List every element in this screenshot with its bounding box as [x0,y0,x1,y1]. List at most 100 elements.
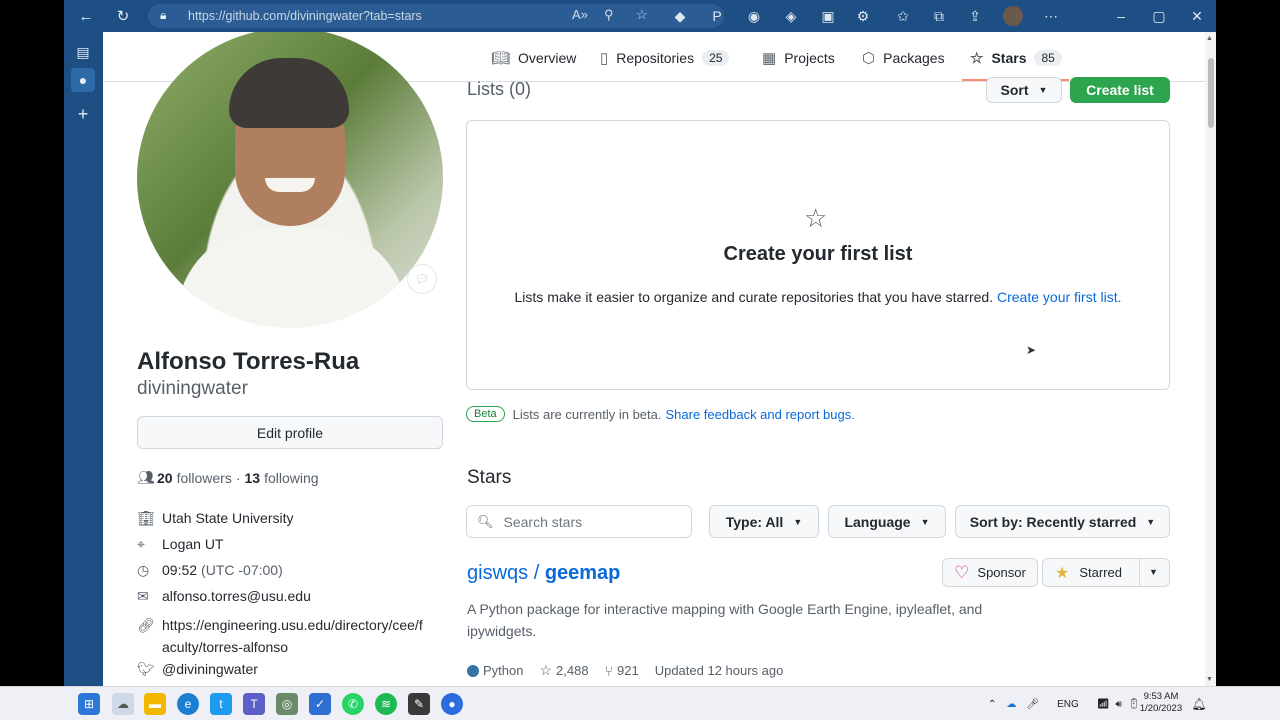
back-icon[interactable]: ← [74,4,98,28]
beta-notice: Beta Lists are currently in beta. Share … [466,406,855,422]
scroll-down-icon[interactable]: ▼ [1206,676,1213,683]
page-scrollbar[interactable]: ▲ ▼ [1205,32,1216,686]
twitter-icon: 🐦︎ [137,661,155,677]
star-icon: ☆ [539,662,553,678]
location-text: Logan UT [162,536,224,552]
chevron-down-icon: ▼ [920,516,930,527]
extension-icon[interactable]: ◆ [670,6,690,26]
avatar-hair [229,58,349,128]
share-icon[interactable]: ⇪ [965,6,985,26]
maximize-icon[interactable]: ▢ [1149,6,1169,26]
create-list-button[interactable]: Create list [1070,77,1170,103]
github-page: 📖︎ Overview ▯ Repositories 25 ▦ Projects… [103,32,1205,686]
language-filter-label: Language [844,513,911,530]
chevron-down-icon[interactable]: ▼ [1149,567,1158,577]
chevron-up-icon[interactable]: ⌃ [988,699,996,710]
sticky-notes-icon[interactable]: ✎ [408,693,430,715]
zoom-icon[interactable]: ⚲ [604,7,614,23]
avatar[interactable] [137,32,443,328]
spotify-icon[interactable]: ≋ [375,693,397,715]
starred-button[interactable]: ★ Starred ▼ [1042,558,1170,587]
paypal-extension-icon[interactable]: P [707,6,727,26]
weather-icon[interactable]: ☁ [112,693,134,715]
type-filter-dropdown[interactable]: Type: All ▼ [709,505,819,538]
tab-overview[interactable]: 📖︎ Overview [491,47,576,69]
following-link[interactable]: 13 following [245,470,319,486]
extension-icon[interactable]: ◉ [744,6,764,26]
tab-actions-icon[interactable]: ▤ [71,40,95,64]
tab-packages[interactable]: ⬡ Packages [862,47,945,69]
refresh-icon[interactable]: ↻ [111,4,135,28]
shield-extension-icon[interactable]: ◈ [781,6,801,26]
search-stars-input[interactable]: 🔍︎ Search stars [466,505,692,538]
url-text[interactable]: https://github.com/diviningwater?tab=sta… [188,9,422,23]
teams-icon[interactable]: T [243,693,265,715]
sort-by-dropdown[interactable]: Sort by: Recently starred ▼ [955,505,1170,538]
volume-icon[interactable]: 🔊︎ [1115,699,1121,710]
screen: ← ↻ 🔒︎ https://github.com/diviningwater?… [0,0,1280,720]
start-icon[interactable]: ⊞ [78,693,100,715]
minimize-icon[interactable]: – [1111,6,1131,26]
edit-profile-button[interactable]: Edit profile [137,416,443,449]
email-link[interactable]: alfonso.torres@usu.edu [162,588,311,604]
tab-projects[interactable]: ▦ Projects [762,47,835,69]
scrollbar-thumb[interactable] [1208,58,1214,128]
people-icon: 👥︎ [137,469,155,485]
notification-icon[interactable]: 🔔︎ [1188,693,1210,715]
repo-forks-link[interactable]: 921 [617,663,639,678]
whatsapp-icon[interactable]: ✆ [342,693,364,715]
set-status-icon[interactable]: 💬︎ [407,264,437,294]
divider [1139,559,1140,586]
website-link[interactable]: https://engineering.usu.edu/directory/ce… [162,614,423,658]
more-menu-icon[interactable]: ⋯ [1041,6,1061,26]
create-first-list-link[interactable]: Create your first list. [997,289,1121,305]
profile-avatar-icon[interactable] [1003,6,1023,26]
extension-icon[interactable]: ▣ [818,6,838,26]
tab-repositories[interactable]: ▯ Repositories 25 [600,47,730,69]
organization-row: 🏢︎ Utah State University [137,510,294,527]
language-indicator[interactable]: ENG [1057,699,1079,710]
add-favorite-icon[interactable]: ☆ [636,7,648,23]
wifi-icon[interactable]: 📶︎ [1097,699,1110,710]
favorites-icon[interactable]: ✩ [893,6,913,26]
taskbar-clock[interactable]: 9:53 AM 1/20/2023 [1138,691,1184,715]
microphone-icon[interactable]: 🎤︎ [1026,699,1039,710]
stars-heading: Stars [467,467,512,488]
star-icon: ☆ [970,50,984,67]
twitter-app-icon[interactable]: t [210,693,232,715]
vertical-tabs-sidebar: ▤ ● + [64,32,103,686]
lists-sort-button[interactable]: Sort ▼ [986,77,1062,103]
edge-icon[interactable]: e [177,693,199,715]
chevron-down-icon: ▼ [1038,85,1048,95]
empty-desc-text: Lists make it easier to organize and cur… [514,289,994,305]
file-explorer-icon[interactable]: ▬ [144,693,166,715]
sponsor-label: Sponsor [977,565,1026,580]
followers-label: followers [176,469,232,486]
tab-label: Projects [784,50,835,66]
beta-badge: Beta [466,406,505,422]
zoom-app-icon[interactable]: ● [441,693,463,715]
app-icon[interactable]: ◎ [276,693,298,715]
organization-text: Utah State University [162,510,294,526]
followers-link[interactable]: 20 followers [157,470,232,486]
tab-stars[interactable]: ☆ Stars 85 [970,47,1062,69]
todo-icon[interactable]: ✓ [309,693,331,715]
collections-icon[interactable]: ⧉ [929,6,949,26]
extensions-puzzle-icon[interactable]: ⚙︎ [853,6,873,26]
close-icon[interactable]: ✕ [1187,6,1207,26]
feedback-link[interactable]: Share feedback and report bugs. [666,407,855,422]
mail-icon: ✉ [137,588,149,604]
new-tab-icon[interactable]: + [71,102,95,126]
sponsor-button[interactable]: ♡ Sponsor [942,558,1038,587]
scroll-up-icon[interactable]: ▲ [1206,35,1213,42]
read-aloud-icon[interactable]: A» [572,7,588,22]
lock-icon: 🔒︎ [160,8,167,22]
repo-stars-link[interactable]: 2,488 [556,663,589,678]
onedrive-icon[interactable]: ☁ [1006,699,1016,710]
repo-title-link[interactable]: giswqs / geemap [467,562,620,585]
language-filter-dropdown[interactable]: Language ▼ [828,505,946,538]
github-tab-icon[interactable]: ● [71,68,95,92]
lists-empty-state: ☆ Create your first list Lists make it e… [466,120,1170,390]
address-bar[interactable]: 🔒︎ https://github.com/diviningwater?tab=… [148,4,724,28]
twitter-link[interactable]: @diviningwater [162,661,258,677]
